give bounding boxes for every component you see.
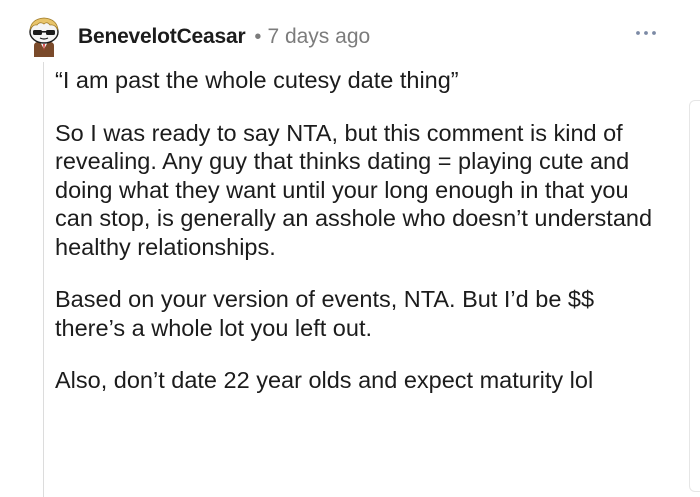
comment-paragraph: Based on your version of events, NTA. Bu… <box>55 286 595 341</box>
scrollbar[interactable] <box>689 100 700 492</box>
comment-timestamp: 7 days ago <box>267 25 371 48</box>
comment-paragraph-quote: “I am past the whole cutesy date thing” <box>55 67 459 93</box>
snoo-avatar-icon[interactable] <box>22 13 66 57</box>
meta-separator: • <box>254 25 262 48</box>
comment-author[interactable]: BenevelotCeasar <box>78 25 246 49</box>
comment-body: “I am past the whole cutesy date thing” … <box>55 66 665 395</box>
more-options-icon[interactable] <box>634 26 658 40</box>
comment-paragraph: Also, don’t date 22 year olds and expect… <box>55 367 594 393</box>
comment-thread-line[interactable] <box>43 62 44 497</box>
comment-paragraph: So I was ready to say NTA, but this comm… <box>55 119 653 260</box>
comment-header: BenevelotCeasar • 7 days ago <box>78 20 370 54</box>
